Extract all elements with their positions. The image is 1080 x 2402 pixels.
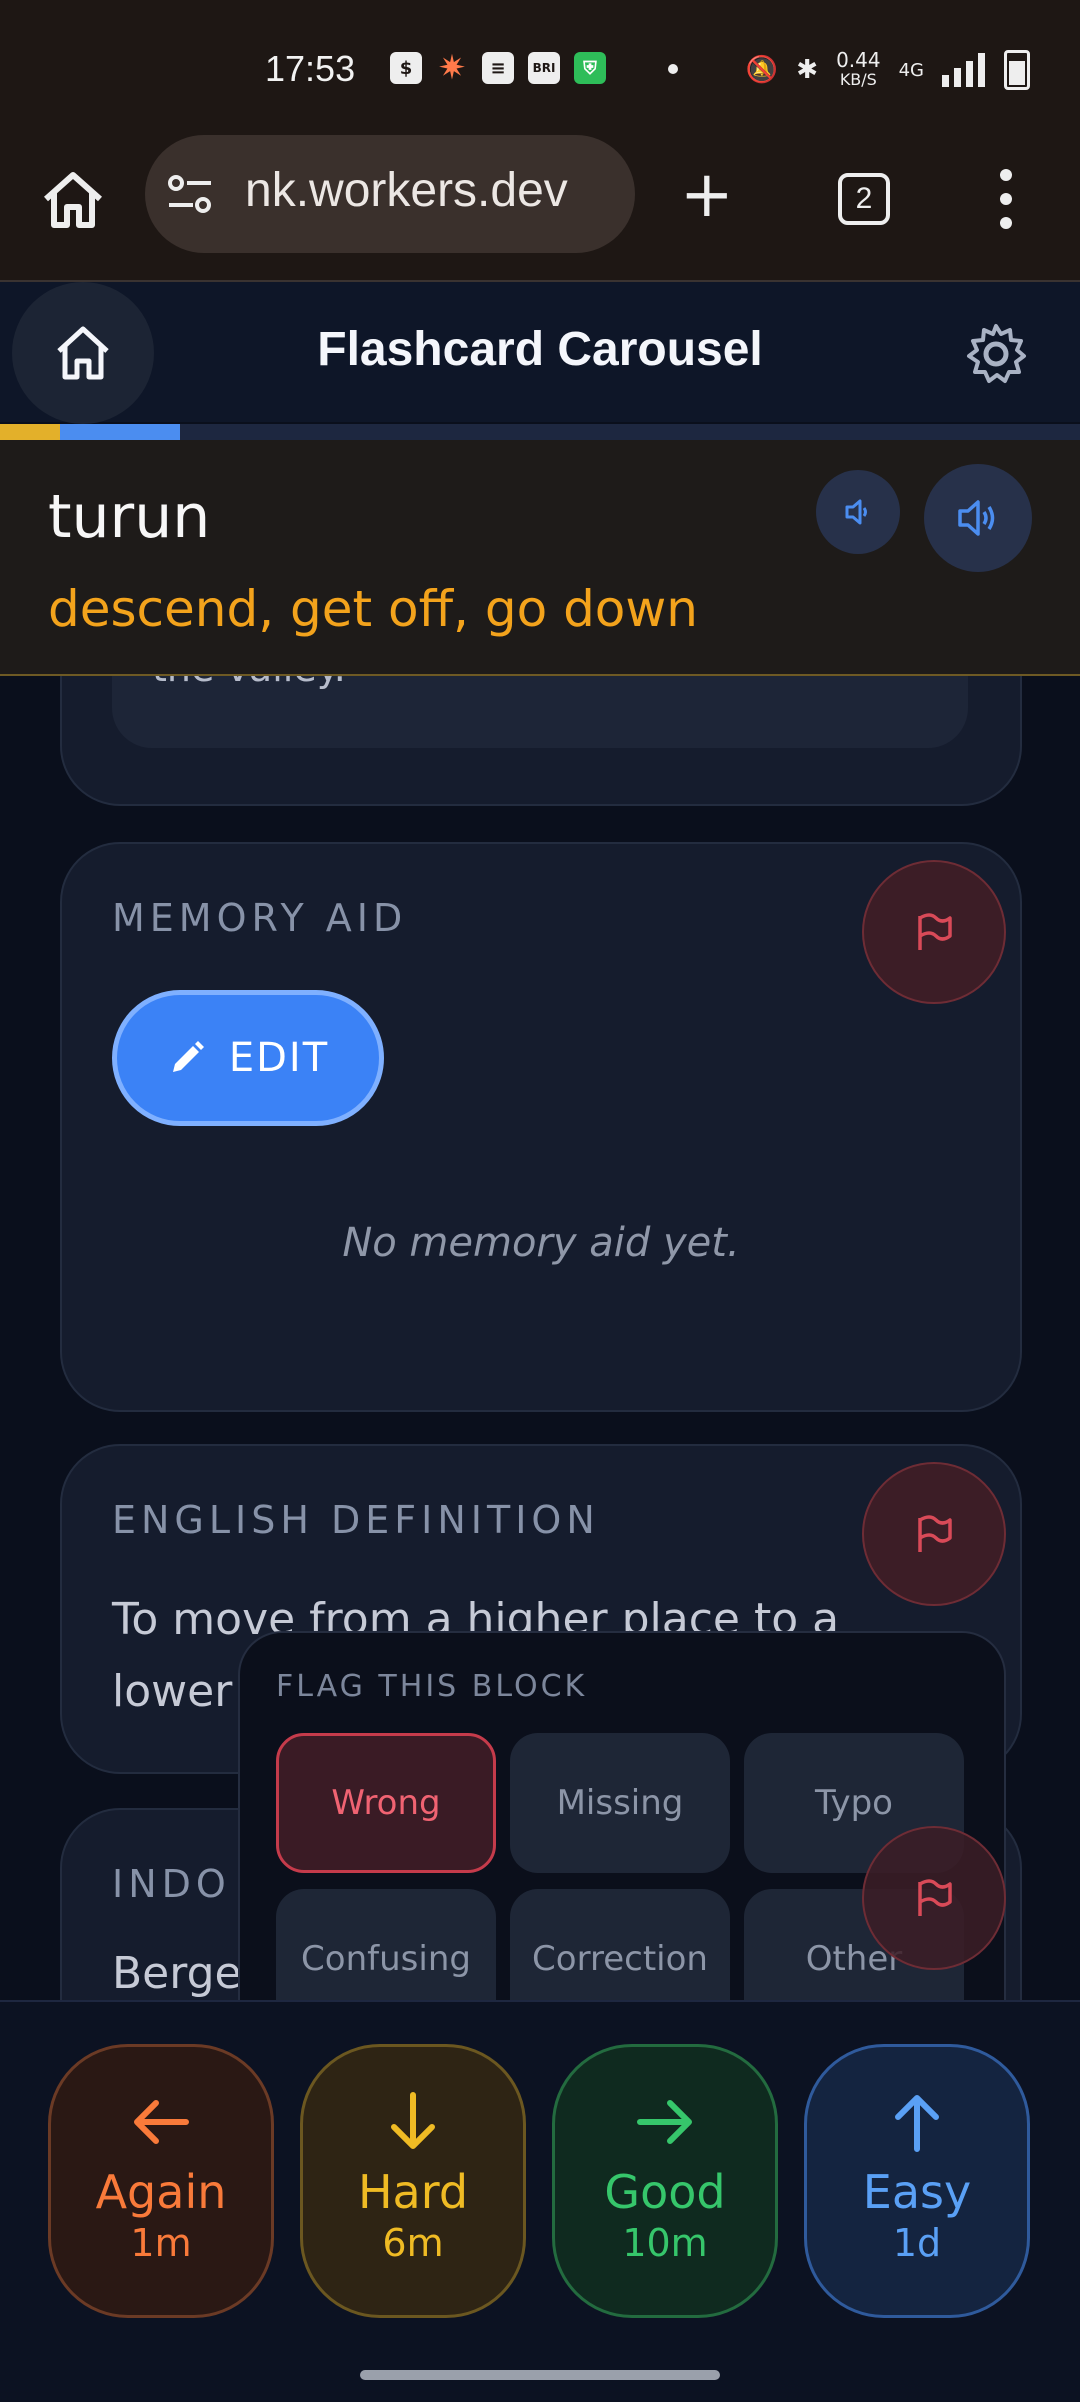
rate-hard-button[interactable]: Hard 6m	[300, 2044, 526, 2318]
speaker-low-icon	[845, 499, 867, 525]
example-card: the valley.	[60, 676, 1022, 806]
rate-easy-button[interactable]: Easy 1d	[804, 2044, 1030, 2318]
flag-popup-title: FLAG THIS BLOCK	[276, 1669, 588, 1704]
message-icon: ≡	[482, 52, 514, 84]
pencil-icon	[172, 1041, 204, 1072]
example-sentence-tail: the valley.	[152, 676, 346, 690]
indonesian-label: INDO	[112, 1862, 231, 1906]
play-slow-audio-button[interactable]	[816, 470, 900, 554]
play-audio-button[interactable]	[924, 464, 1032, 572]
gesture-home-indicator[interactable]	[360, 2370, 720, 2380]
memory-aid-card: MEMORY AID EDIT No memory aid yet.	[60, 842, 1022, 1412]
rate-good-label: Good	[604, 2165, 726, 2219]
network-speed: 0.44 KB/S	[836, 50, 881, 90]
rate-good-interval: 10m	[622, 2221, 708, 2265]
rating-bar: Again 1m Hard 6m Good 10m Easy 1d	[0, 2000, 1080, 2402]
site-settings-icon[interactable]	[167, 173, 213, 217]
new-tab-button[interactable]: +	[680, 163, 734, 227]
speaker-high-icon	[958, 500, 995, 536]
bri-mo-app-icon: BRI	[528, 52, 560, 84]
flag-option-missing[interactable]: Missing	[510, 1733, 730, 1873]
word-header: turun descend, get off, go down	[0, 440, 1080, 676]
arrow-right-icon	[637, 2100, 692, 2144]
status-bar: 17:53 $ ✷ ≡ BRI ⛨ 🔕 ✱ 0.44 KB/S 4G	[0, 0, 1080, 135]
page-title: Flashcard Carousel	[317, 323, 763, 376]
edit-memory-aid-button[interactable]: EDIT	[112, 990, 384, 1126]
network-type: 4G	[898, 59, 924, 81]
browser-menu-button[interactable]	[996, 169, 1016, 229]
example-sentence-box: the valley.	[112, 676, 968, 748]
address-bar[interactable]: nk.workers.dev	[145, 135, 635, 253]
memory-aid-empty-text: No memory aid yet.	[342, 1220, 740, 1266]
flag-option-confusing[interactable]: Confusing	[276, 1889, 496, 2000]
english-definition-label: ENGLISH DEFINITION	[112, 1498, 600, 1542]
rate-easy-label: Easy	[862, 2165, 972, 2219]
network-speed-value: 0.44	[836, 48, 881, 72]
progress-segment-current	[60, 424, 180, 440]
progress-segment-learned	[0, 424, 60, 440]
shopping-bag-icon: $	[390, 52, 422, 84]
rate-again-button[interactable]: Again 1m	[48, 2044, 274, 2318]
notification-dot	[668, 64, 678, 74]
arrow-up-icon	[895, 2095, 939, 2152]
notification-icons: $ ✷ ≡ BRI ⛨	[390, 48, 606, 88]
sparkle-icon: ✷	[437, 48, 467, 88]
url-text[interactable]: nk.workers.dev	[245, 163, 625, 218]
progress-bar	[0, 424, 1080, 440]
word-meaning: descend, get off, go down	[48, 580, 698, 638]
gear-icon[interactable]	[964, 322, 1028, 386]
rate-hard-label: Hard	[357, 2165, 469, 2219]
rate-again-label: Again	[95, 2165, 227, 2219]
card-content[interactable]: the valley. MEMORY AID EDIT No memory ai…	[0, 676, 1080, 2000]
edit-label: EDIT	[228, 1035, 330, 1081]
rate-again-interval: 1m	[130, 2221, 192, 2265]
flag-memory-aid-button[interactable]	[862, 860, 1006, 1004]
system-icons: 🔕 ✱ 0.44 KB/S 4G	[746, 50, 1030, 90]
bluetooth-icon: ✱	[796, 55, 819, 85]
network-speed-unit: KB/S	[839, 70, 877, 89]
flag-option-correction[interactable]: Correction	[510, 1889, 730, 2000]
flag-icon	[918, 1879, 952, 1916]
flag-option-wrong[interactable]: Wrong	[276, 1733, 496, 1873]
flag-indonesian-button[interactable]	[862, 1826, 1006, 1970]
rate-easy-interval: 1d	[892, 2221, 942, 2265]
flag-icon	[918, 1515, 952, 1552]
status-time: 17:53	[265, 48, 356, 89]
word-term: turun	[48, 482, 211, 552]
mute-icon: 🔕	[745, 55, 779, 85]
arrow-down-icon	[391, 2092, 435, 2149]
browser-toolbar: nk.workers.dev + 2	[0, 135, 1080, 282]
tab-switcher-button[interactable]: 2	[838, 173, 890, 225]
memory-aid-label: MEMORY AID	[112, 896, 408, 940]
arrow-left-icon	[134, 2100, 189, 2144]
browser-home-icon[interactable]	[38, 165, 108, 235]
rate-good-button[interactable]: Good 10m	[552, 2044, 778, 2318]
flag-icon	[918, 913, 952, 950]
battery-icon	[1004, 50, 1030, 90]
shield-icon: ⛨	[574, 52, 606, 84]
rate-hard-interval: 6m	[382, 2221, 444, 2265]
signal-icon	[942, 53, 985, 87]
app-header: Flashcard Carousel	[0, 282, 1080, 424]
